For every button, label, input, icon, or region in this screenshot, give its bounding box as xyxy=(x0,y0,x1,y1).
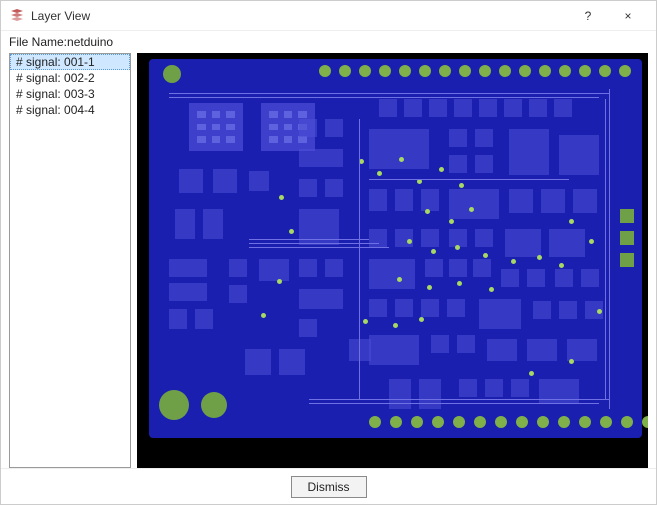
help-button[interactable]: ? xyxy=(568,2,608,30)
component-grid-icon xyxy=(189,103,243,151)
footer: Dismiss xyxy=(1,468,656,504)
square-pad-icon xyxy=(620,209,634,223)
mounting-hole-icon xyxy=(201,392,227,418)
pcb-board xyxy=(149,59,642,438)
pcb-viewer[interactable] xyxy=(137,53,648,468)
mounting-hole-icon xyxy=(159,390,189,420)
mounting-hole-icon xyxy=(163,65,181,83)
signal-list[interactable]: # signal: 001-1 # signal: 002-2 # signal… xyxy=(9,53,131,468)
signal-item[interactable]: # signal: 003-3 xyxy=(10,86,130,102)
window-title: Layer View xyxy=(31,9,90,23)
titlebar: Layer View ? × xyxy=(1,1,656,31)
main-area: # signal: 001-1 # signal: 002-2 # signal… xyxy=(1,53,656,468)
signal-item[interactable]: # signal: 001-1 xyxy=(10,54,130,70)
file-name-label: File Name:netduino xyxy=(1,31,656,53)
header-pads-top xyxy=(319,65,631,77)
file-name-prefix: File Name: xyxy=(9,35,67,49)
square-pad-icon xyxy=(620,253,634,267)
app-icon xyxy=(9,8,25,24)
dismiss-button[interactable]: Dismiss xyxy=(291,476,367,498)
file-name-value: netduino xyxy=(67,35,113,49)
signal-item[interactable]: # signal: 004-4 xyxy=(10,102,130,118)
square-pad-icon xyxy=(620,231,634,245)
header-pads-bottom xyxy=(369,416,648,428)
close-button[interactable]: × xyxy=(608,2,648,30)
signal-item[interactable]: # signal: 002-2 xyxy=(10,70,130,86)
